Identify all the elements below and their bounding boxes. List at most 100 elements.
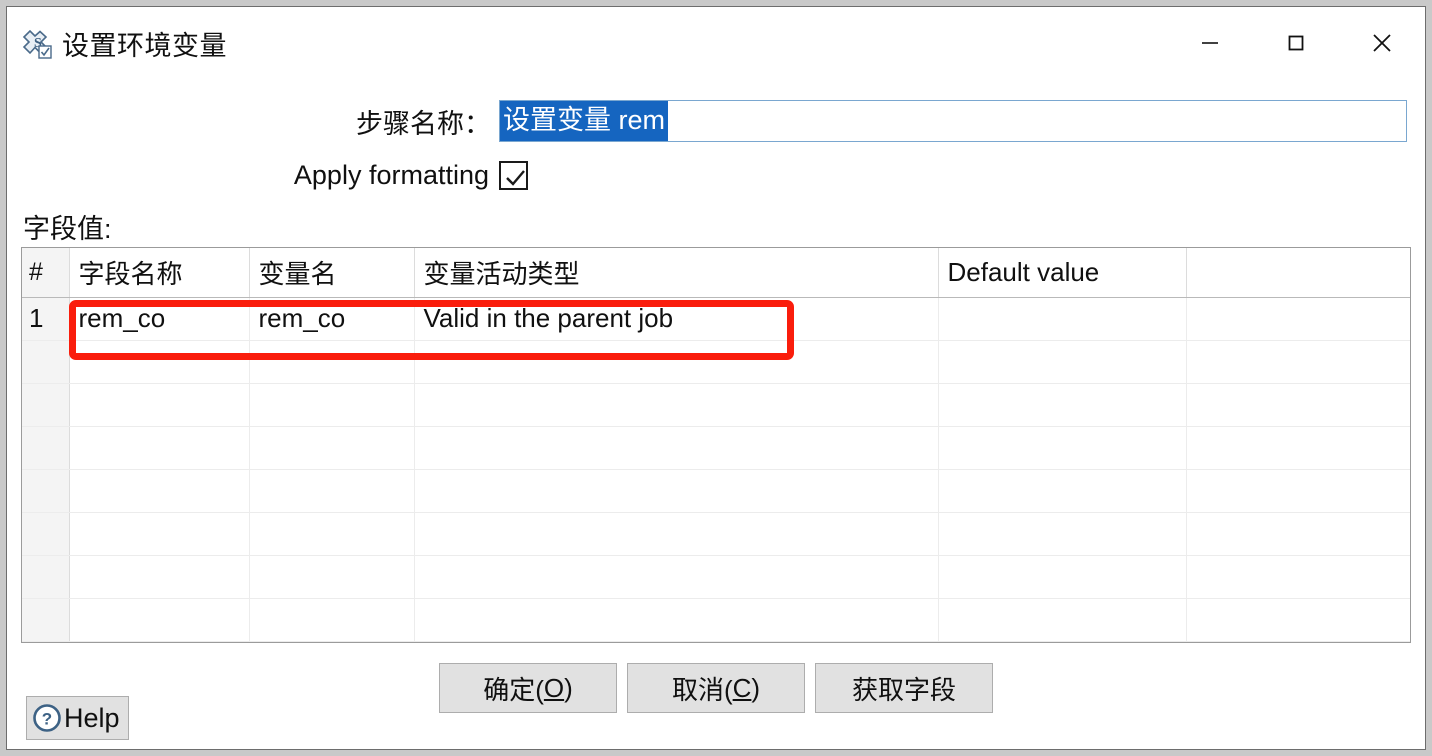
cell-extra[interactable] [1186, 426, 1410, 470]
cell-variable-scope[interactable] [414, 426, 939, 470]
table-row[interactable]: 1 rem_co rem_co Valid in the parent job [22, 297, 1410, 341]
cancel-button-suffix: ) [751, 672, 761, 703]
column-header-field-name[interactable]: 字段名称 [69, 248, 250, 298]
cell-row-number [22, 598, 70, 642]
cell-extra[interactable] [1186, 598, 1410, 642]
cell-variable-scope[interactable] [414, 383, 939, 427]
dialog-window: S 设置环境变量 步骤名称： 设置变量 rem Apply formatting… [6, 6, 1426, 750]
table-row[interactable] [22, 469, 1410, 513]
ok-button[interactable]: 确定(O) [439, 663, 617, 713]
step-name-input[interactable]: 设置变量 rem [499, 100, 1407, 142]
svg-text:?: ? [42, 710, 52, 729]
cell-extra[interactable] [1186, 297, 1410, 341]
column-header-extra[interactable] [1186, 248, 1410, 298]
cell-variable-name[interactable] [249, 426, 415, 470]
help-button-label: Help [64, 702, 120, 733]
table-body: 1 rem_co rem_co Valid in the parent job [22, 297, 1410, 642]
step-name-value: 设置变量 rem [500, 101, 668, 141]
cell-field-name[interactable] [69, 555, 250, 599]
cell-row-number [22, 512, 70, 556]
cancel-button-label: 取消( [671, 674, 733, 705]
cell-variable-scope[interactable] [414, 512, 939, 556]
cell-variable-name[interactable] [249, 469, 415, 513]
cell-variable-scope[interactable] [414, 598, 939, 642]
minimize-button[interactable] [1167, 17, 1253, 69]
cell-variable-name[interactable] [249, 512, 415, 556]
column-header-default-value[interactable]: Default value [938, 248, 1187, 298]
maximize-icon [1288, 35, 1304, 51]
ok-button-label: 确定( [483, 674, 544, 705]
apply-formatting-checkbox[interactable] [499, 160, 528, 190]
cell-variable-name[interactable] [249, 555, 415, 599]
table-row[interactable] [22, 555, 1410, 599]
table-header: # 字段名称 变量名 变量活动类型 Default value [22, 248, 1410, 298]
column-header-variable-name[interactable]: 变量名 [249, 248, 415, 298]
cell-variable-scope[interactable] [414, 469, 939, 513]
checkmark-icon [506, 169, 525, 186]
cell-variable-scope[interactable] [414, 340, 939, 384]
cell-field-name[interactable] [69, 598, 250, 642]
cell-field-name[interactable] [69, 383, 250, 427]
cell-row-number [22, 555, 70, 599]
dialog-button-row: 确定(O) 取消(C) 获取字段 [7, 663, 1425, 717]
maximize-button[interactable] [1253, 17, 1339, 69]
cell-field-name[interactable] [69, 426, 250, 470]
cell-default-value[interactable] [938, 383, 1187, 427]
field-values-label: 字段值: [23, 214, 112, 244]
table-row[interactable] [22, 598, 1410, 642]
cell-extra[interactable] [1186, 383, 1410, 427]
column-header-num[interactable]: # [22, 248, 70, 298]
apply-formatting-row: Apply formatting [7, 155, 1425, 195]
cell-default-value[interactable] [938, 555, 1187, 599]
window-title: 设置环境变量 [62, 30, 227, 61]
table-row[interactable] [22, 383, 1410, 427]
cell-variable-scope[interactable]: Valid in the parent job [414, 297, 939, 341]
ok-button-suffix: ) [564, 672, 573, 703]
cell-variable-scope[interactable] [414, 555, 939, 599]
app-root: S 设置环境变量 步骤名称： 设置变量 rem Apply formatting… [0, 0, 1432, 756]
cell-extra[interactable] [1186, 555, 1410, 599]
cancel-button[interactable]: 取消(C) [627, 663, 805, 713]
cell-default-value[interactable] [938, 598, 1187, 642]
cell-row-number [22, 383, 70, 427]
title-bar: S 设置环境变量 [7, 7, 1425, 79]
cancel-button-mnemonic: C [732, 672, 752, 703]
cell-default-value[interactable] [938, 469, 1187, 513]
cell-row-number [22, 340, 70, 384]
table-row[interactable] [22, 426, 1410, 470]
cell-field-name[interactable]: rem_co [69, 297, 250, 341]
cell-default-value[interactable] [938, 340, 1187, 384]
cell-default-value[interactable] [938, 512, 1187, 556]
field-values-table: # 字段名称 变量名 变量活动类型 Default value 1 rem_co… [22, 248, 1410, 642]
cell-field-name[interactable] [69, 340, 250, 384]
help-button[interactable]: ? Help [26, 696, 129, 740]
close-icon [1373, 34, 1391, 52]
table-row[interactable] [22, 340, 1410, 384]
cell-variable-name[interactable]: rem_co [249, 297, 415, 341]
cell-variable-name[interactable] [249, 598, 415, 642]
cell-default-value[interactable] [938, 426, 1187, 470]
cell-row-number [22, 469, 70, 513]
step-name-row: 步骤名称： 设置变量 rem [7, 99, 1425, 143]
cell-field-name[interactable] [69, 512, 250, 556]
get-fields-button[interactable]: 获取字段 [815, 663, 993, 713]
cell-extra[interactable] [1186, 512, 1410, 556]
field-values-grid[interactable]: # 字段名称 变量名 变量活动类型 Default value 1 rem_co… [21, 247, 1411, 643]
cell-extra[interactable] [1186, 469, 1410, 513]
ok-button-mnemonic: O [543, 672, 565, 703]
cell-row-number: 1 [22, 297, 70, 341]
step-name-label: 步骤名称： [356, 108, 491, 139]
column-header-variable-scope[interactable]: 变量活动类型 [414, 248, 939, 298]
minimize-icon [1202, 42, 1218, 44]
close-button[interactable] [1339, 17, 1425, 69]
cell-extra[interactable] [1186, 340, 1410, 384]
cell-field-name[interactable] [69, 469, 250, 513]
set-variable-icon: S [22, 29, 52, 59]
apply-formatting-label: Apply formatting [293, 159, 489, 190]
table-header-row: # 字段名称 变量名 变量活动类型 Default value [22, 248, 1410, 298]
cell-variable-name[interactable] [249, 383, 415, 427]
table-row[interactable] [22, 512, 1410, 556]
question-mark-icon: ? [33, 704, 61, 732]
cell-variable-name[interactable] [249, 340, 415, 384]
cell-default-value[interactable] [938, 297, 1187, 341]
